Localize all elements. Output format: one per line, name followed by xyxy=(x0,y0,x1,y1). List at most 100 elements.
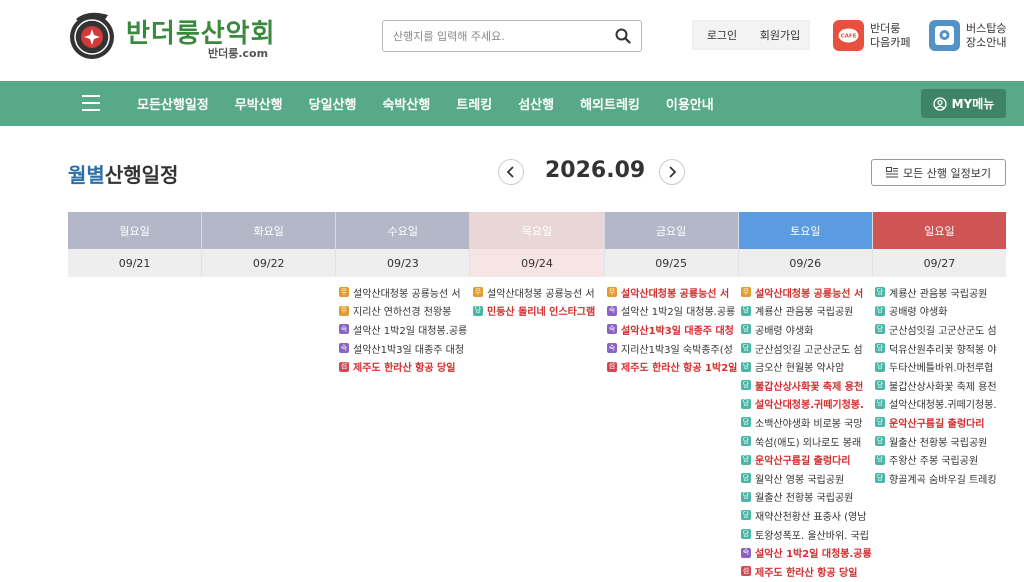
login-link[interactable]: 로그인 xyxy=(693,21,751,49)
search-icon[interactable] xyxy=(615,28,631,44)
schedule-item[interactable]: 당 소백산야생화 비로봉 국망 xyxy=(741,413,872,432)
schedule-item[interactable]: 숙 설악산1박3일 대종주 대청 xyxy=(339,339,470,358)
nav-item-lodging[interactable]: 숙박산행 xyxy=(369,81,443,126)
bus-stop-location-icon xyxy=(929,20,960,51)
schedule-title: 설악산대청봉.귀떼기청봉. xyxy=(755,400,864,412)
cafe-link[interactable]: CAFE 반더룽 다음카페 xyxy=(833,20,910,51)
schedule-item[interactable]: 숙 설악산1박3일 대종주 대청 xyxy=(607,320,738,339)
schedule-title: 토왕성폭포. 울산바위. 국립 xyxy=(755,530,869,542)
nav-item-guide[interactable]: 이용안내 xyxy=(653,81,727,126)
daytrip-badge-icon: 당 xyxy=(875,361,885,372)
bus-stop-link[interactable]: 버스탑승 장소안내 xyxy=(929,20,1006,51)
schedule-item[interactable]: 당 군산섬잇길 고군산군도 섬 xyxy=(741,339,872,358)
day-column: 당 계룡산 관음봉 국립공원 당 공배령 야생화 당 군산섬잇길 고군산군도 섬 당 덕유산원… xyxy=(872,283,1006,581)
schedule-item[interactable]: 당 불갑산상사화꽃 축제 용천 xyxy=(741,376,872,395)
schedule-item[interactable]: 당 월출산 천황봉 국립공원 xyxy=(875,432,1006,451)
nav-item-trekking[interactable]: 트레킹 xyxy=(443,81,505,126)
nav-item-overseas-trekking[interactable]: 해외트레킹 xyxy=(567,81,653,126)
schedule-item[interactable]: 당 월출산 천황봉 국립공원 xyxy=(741,488,872,507)
lodging-badge-icon: 숙 xyxy=(607,305,617,316)
schedule-item[interactable]: 당 불갑산상사화꽃 축제 용천 xyxy=(875,376,1006,395)
schedule-item[interactable]: 당 운악산구름길 출렁다리 xyxy=(875,413,1006,432)
lodging-badge-icon: 숙 xyxy=(741,547,751,558)
schedule-item[interactable]: 당 공배령 야생화 xyxy=(741,320,872,339)
prev-month-button[interactable] xyxy=(498,159,524,185)
nav-item-day-trip[interactable]: 당일산행 xyxy=(296,81,370,126)
daytrip-badge-icon: 당 xyxy=(741,417,751,428)
schedule-item[interactable]: 당 설악산대청봉.귀떼기청봉. xyxy=(741,395,872,414)
day-column xyxy=(68,283,202,581)
my-menu-label: MY메뉴 xyxy=(951,97,995,111)
daytrip-badge-icon: 당 xyxy=(875,305,885,316)
schedule-item[interactable]: 당 월악산 영봉 국립공원 xyxy=(741,469,872,488)
bus-stop-line2: 장소안내 xyxy=(966,35,1007,49)
schedule-title: 공배령 야생화 xyxy=(755,325,814,337)
overnight-badge-icon: 무 xyxy=(339,305,349,316)
weekly-calendar: 월요일 화요일 수요일 목요일 금요일 토요일 일요일 09/21 09/22 09/23 09/… xyxy=(68,212,1006,581)
schedule-item[interactable]: 무 설악산대청봉 공룡능선 서 xyxy=(607,283,738,302)
site-logo[interactable]: 반더룽산악회 반더룽.com xyxy=(68,9,275,63)
overnight-badge-icon: 무 xyxy=(607,287,617,298)
schedule-item[interactable]: 무 설악산대청봉 공룡능선 서 xyxy=(741,283,872,302)
island-badge-icon: 섬 xyxy=(741,566,751,577)
schedule-item[interactable]: 무 설악산대청봉 공룡능선 서 xyxy=(339,283,470,302)
schedule-title: 금오산 현월봉 약사암 xyxy=(755,363,845,375)
nav-item-overnight-bus[interactable]: 무박산행 xyxy=(222,81,296,126)
all-schedules-button[interactable]: 모든 산행 일정보기 xyxy=(871,159,1006,186)
next-month-button[interactable] xyxy=(659,159,685,185)
daytrip-badge-icon: 당 xyxy=(741,305,751,316)
schedule-item[interactable]: 섬 제주도 한라산 항공 1박2일 xyxy=(607,357,738,376)
schedule-item[interactable]: 당 계룡산 관음봉 국립공원 xyxy=(741,302,872,321)
schedule-item[interactable]: 당 공배령 야생화 xyxy=(875,302,1006,321)
schedule-item[interactable]: 당 설악산대청봉.귀떼기청봉. xyxy=(875,395,1006,414)
day-header: 월요일 xyxy=(68,212,203,249)
schedule-item[interactable]: 숙 설악산 1박2일 대청봉.공룡 xyxy=(339,320,470,339)
schedule-item[interactable]: 섬 제주도 한라산 항공 당일 xyxy=(339,357,470,376)
schedule-item[interactable]: 숙 설악산 1박2일 대청봉.공룡 xyxy=(741,543,872,562)
calendar-body: 무 설악산대청봉 공룡능선 서 무 지리산 연하선경 천왕봉 숙 설악산 1박2일 대청봉… xyxy=(68,277,1006,581)
my-menu-button[interactable]: MY메뉴 xyxy=(921,89,1006,118)
daytrip-badge-icon: 당 xyxy=(473,305,483,316)
nav-item-all-schedules[interactable]: 모든산행일정 xyxy=(124,81,222,126)
schedule-item[interactable]: 숙 설악산 1박2일 대청봉.공룡 xyxy=(607,302,738,321)
schedule-item[interactable]: 무 지리산 연하선경 천왕봉 xyxy=(339,302,470,321)
page-title: 월별산행일정 xyxy=(68,159,178,188)
day-date: 09/27 xyxy=(872,249,1006,277)
nav-item-island[interactable]: 섬산행 xyxy=(505,81,567,126)
schedule-title: 설악산대청봉 공룡능선 서 xyxy=(621,288,730,300)
schedule-item[interactable]: 당 재약산천황산 표충사 (영남 xyxy=(741,506,872,525)
auth-links: 로그인 회원가입 xyxy=(692,20,810,50)
schedule-item[interactable]: 숙 지리산1박3일 숙박종주(성 xyxy=(607,339,738,358)
schedule-item[interactable]: 당 계룡산 관음봉 국립공원 xyxy=(875,283,1006,302)
daytrip-badge-icon: 당 xyxy=(875,287,885,298)
schedule-item[interactable]: 당 토왕성폭포. 울산바위. 국립 xyxy=(741,525,872,544)
schedule-item[interactable]: 당 금오산 현월봉 약사암 xyxy=(741,357,872,376)
schedule-item[interactable]: 당 향골계곡 숨바우길 트레킹 xyxy=(875,469,1006,488)
schedule-item[interactable]: 섬 제주도 한라산 항공 당일 xyxy=(741,562,872,581)
brand-domain: 반더룽.com xyxy=(208,47,269,60)
day-date: 09/23 xyxy=(336,249,471,277)
schedule-title: 민둥산 돌리네 인스타그램 xyxy=(487,307,596,319)
schedule-title: 지리산 연하선경 천왕봉 xyxy=(353,307,452,319)
schedule-title: 제주도 한라산 항공 당일 xyxy=(755,567,858,579)
schedule-title: 지리산1박3일 숙박종주(성 xyxy=(621,344,733,356)
schedule-title: 재약산천황산 표충사 (영남 xyxy=(755,511,867,523)
schedule-title: 월출산 천황봉 국립공원 xyxy=(889,437,988,449)
schedule-item[interactable]: 당 쑥섬(애도) 외나로도 봉래 xyxy=(741,432,872,451)
schedule-item[interactable]: 당 두타산베틀바위.마천루협 xyxy=(875,357,1006,376)
schedule-title: 운악산구름길 출렁다리 xyxy=(755,456,851,468)
hamburger-menu-icon[interactable] xyxy=(82,95,100,111)
schedule-item[interactable]: 당 주왕산 주봉 국립공원 xyxy=(875,450,1006,469)
schedule-item[interactable]: 당 운악산구름길 출렁다리 xyxy=(741,450,872,469)
chevron-right-icon xyxy=(669,166,677,178)
search-input[interactable] xyxy=(393,26,603,46)
schedule-item[interactable]: 당 덕유산원추리꽃 향적봉 야 xyxy=(875,339,1006,358)
lodging-badge-icon: 숙 xyxy=(339,343,349,354)
signup-link[interactable]: 회원가입 xyxy=(751,21,809,49)
schedule-item[interactable]: 당 군산섬잇길 고군산군도 섬 xyxy=(875,320,1006,339)
schedule-item[interactable]: 당 민둥산 돌리네 인스타그램 xyxy=(473,302,604,321)
daytrip-badge-icon: 당 xyxy=(875,324,885,335)
schedule-item[interactable]: 무 설악산대청봉 공룡능선 서 xyxy=(473,283,604,302)
schedule-title: 설악산대청봉 공룡능선 서 xyxy=(755,288,864,300)
schedule-title: 설악산대청봉 공룡능선 서 xyxy=(353,288,461,300)
